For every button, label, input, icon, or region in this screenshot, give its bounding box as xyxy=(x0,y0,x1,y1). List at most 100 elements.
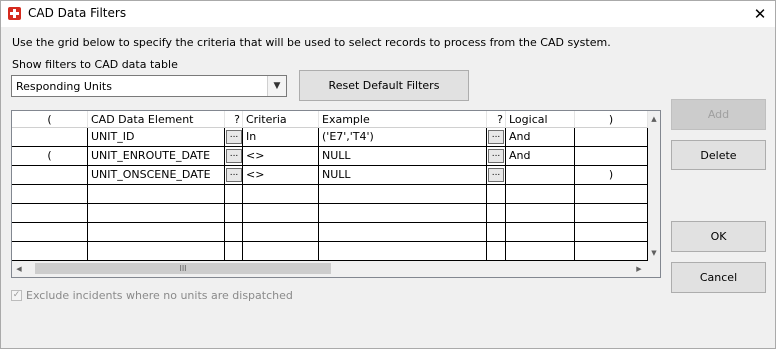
cell-cad-data-element[interactable] xyxy=(88,223,225,242)
table-row[interactable] xyxy=(12,223,648,242)
cell-criteria[interactable]: <> xyxy=(243,166,319,185)
element-picker-button-cell[interactable] xyxy=(225,185,243,204)
cad-table-dropdown-value: Responding Units xyxy=(16,80,112,93)
header-cad-data-element: CAD Data Element xyxy=(88,111,225,128)
cell-criteria[interactable] xyxy=(243,223,319,242)
horizontal-scroll-thumb[interactable]: III xyxy=(35,263,331,274)
cell-logical[interactable] xyxy=(506,204,575,223)
close-button[interactable]: ✕ xyxy=(745,1,775,27)
element-picker-button-cell[interactable] xyxy=(225,223,243,242)
example-picker-button-cell[interactable]: ... xyxy=(487,166,506,185)
exclude-incidents-option[interactable]: ✓ Exclude incidents where no units are d… xyxy=(11,289,293,302)
table-row[interactable] xyxy=(12,242,648,261)
cell-example[interactable] xyxy=(319,185,487,204)
filter-grid[interactable]: ( CAD Data Element ? Criteria Example ? … xyxy=(11,110,661,278)
cell-cad-data-element[interactable]: UNIT_ID xyxy=(88,128,225,147)
element-picker-button-cell[interactable]: ... xyxy=(225,128,243,147)
cell-cad-data-element[interactable]: UNIT_ENROUTE_DATE xyxy=(88,147,225,166)
cad-table-dropdown[interactable]: Responding Units ▼ xyxy=(11,75,287,97)
cell-logical[interactable] xyxy=(506,242,575,261)
cell-cad-data-element[interactable] xyxy=(88,242,225,261)
cancel-button[interactable]: Cancel xyxy=(671,262,766,293)
ok-button[interactable]: OK xyxy=(671,221,766,252)
cell-close-paren[interactable] xyxy=(575,242,648,261)
reset-default-filters-button[interactable]: Reset Default Filters xyxy=(299,70,469,101)
cell-criteria[interactable]: In xyxy=(243,128,319,147)
example-picker-button[interactable]: ... xyxy=(488,168,504,182)
element-picker-button[interactable]: ... xyxy=(226,149,242,163)
element-picker-button-cell[interactable] xyxy=(225,242,243,261)
example-picker-button[interactable]: ... xyxy=(488,130,504,144)
cell-cad-data-element[interactable] xyxy=(88,204,225,223)
element-picker-button-cell[interactable]: ... xyxy=(225,147,243,166)
header-close-paren: ) xyxy=(575,111,648,128)
header-logical: Logical xyxy=(506,111,575,128)
cell-close-paren[interactable] xyxy=(575,147,648,166)
cell-example[interactable] xyxy=(319,204,487,223)
example-picker-button-cell[interactable] xyxy=(487,204,506,223)
cell-logical[interactable] xyxy=(506,166,575,185)
app-icon xyxy=(8,7,21,20)
instructions-text: Use the grid below to specify the criter… xyxy=(12,36,611,49)
table-row[interactable]: UNIT_ONSCENE_DATE... <> NULL...) xyxy=(12,166,648,185)
cell-logical[interactable] xyxy=(506,223,575,242)
example-picker-button-cell[interactable]: ... xyxy=(487,128,506,147)
cell-open-paren[interactable] xyxy=(12,185,88,204)
cell-close-paren[interactable]: ) xyxy=(575,166,648,185)
cell-cad-data-element[interactable] xyxy=(88,185,225,204)
scroll-up-icon[interactable]: ▲ xyxy=(648,113,660,125)
cell-logical[interactable]: And xyxy=(506,147,575,166)
add-button[interactable]: Add xyxy=(671,99,766,130)
scroll-down-icon[interactable]: ▼ xyxy=(648,247,660,259)
cell-criteria[interactable] xyxy=(243,242,319,261)
cell-example[interactable]: NULL xyxy=(319,166,487,185)
cell-close-paren[interactable] xyxy=(575,204,648,223)
element-picker-button[interactable]: ... xyxy=(226,168,242,182)
example-picker-button[interactable]: ... xyxy=(488,149,504,163)
cell-open-paren[interactable] xyxy=(12,166,88,185)
exclude-incidents-label: Exclude incidents where no units are dis… xyxy=(26,289,293,302)
element-picker-button-cell[interactable]: ... xyxy=(225,166,243,185)
example-picker-button-cell[interactable]: ... xyxy=(487,147,506,166)
scroll-left-icon[interactable]: ◀ xyxy=(12,261,26,277)
element-picker-button-cell[interactable] xyxy=(225,204,243,223)
cell-logical[interactable] xyxy=(506,185,575,204)
scroll-right-icon[interactable]: ▶ xyxy=(632,261,646,277)
cell-open-paren[interactable] xyxy=(12,128,88,147)
table-row[interactable] xyxy=(12,204,648,223)
header-criteria: Criteria xyxy=(243,111,319,128)
exclude-incidents-checkbox[interactable]: ✓ xyxy=(11,290,22,301)
cell-example[interactable]: NULL xyxy=(319,147,487,166)
table-row[interactable]: UNIT_ID... In ('E7','T4')... And xyxy=(12,128,648,147)
cell-criteria[interactable]: <> xyxy=(243,147,319,166)
cell-close-paren[interactable] xyxy=(575,185,648,204)
cell-criteria[interactable] xyxy=(243,204,319,223)
delete-button[interactable]: Delete xyxy=(671,140,766,170)
cell-example[interactable]: ('E7','T4') xyxy=(319,128,487,147)
title-bar: CAD Data Filters ✕ xyxy=(1,1,775,27)
chevron-down-icon[interactable]: ▼ xyxy=(267,76,286,96)
cell-example[interactable] xyxy=(319,242,487,261)
cad-data-filters-dialog: CAD Data Filters ✕ Use the grid below to… xyxy=(0,0,776,349)
cell-open-paren[interactable]: ( xyxy=(12,147,88,166)
example-picker-button-cell[interactable] xyxy=(487,242,506,261)
cell-open-paren[interactable] xyxy=(12,242,88,261)
cell-criteria[interactable] xyxy=(243,185,319,204)
grid-vertical-scrollbar[interactable]: ▲ ▼ xyxy=(648,111,660,261)
grid-horizontal-scrollbar[interactable]: ◀ III ▶ xyxy=(12,261,660,277)
header-question-2: ? xyxy=(487,111,506,128)
element-picker-button[interactable]: ... xyxy=(226,130,242,144)
cell-close-paren[interactable] xyxy=(575,128,648,147)
cell-example[interactable] xyxy=(319,223,487,242)
cell-logical[interactable]: And xyxy=(506,128,575,147)
example-picker-button-cell[interactable] xyxy=(487,185,506,204)
cell-open-paren[interactable] xyxy=(12,204,88,223)
cell-cad-data-element[interactable]: UNIT_ONSCENE_DATE xyxy=(88,166,225,185)
header-open-paren: ( xyxy=(12,111,88,128)
header-question-1: ? xyxy=(225,111,243,128)
table-row[interactable]: (UNIT_ENROUTE_DATE... <> NULL... And xyxy=(12,147,648,166)
example-picker-button-cell[interactable] xyxy=(487,223,506,242)
cell-close-paren[interactable] xyxy=(575,223,648,242)
table-row[interactable] xyxy=(12,185,648,204)
cell-open-paren[interactable] xyxy=(12,223,88,242)
